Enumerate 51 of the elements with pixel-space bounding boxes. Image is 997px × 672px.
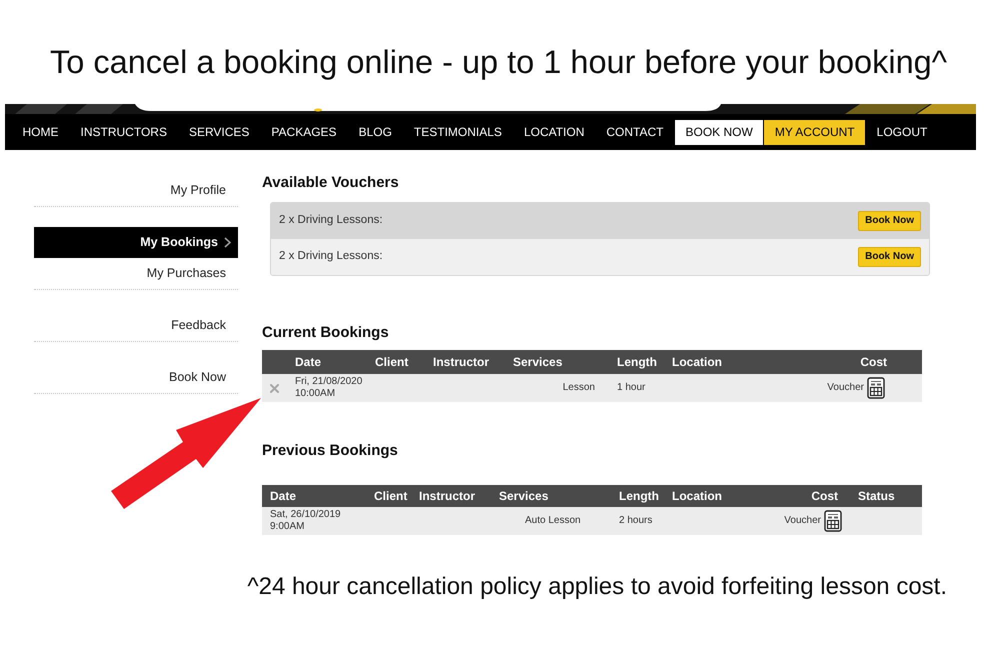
book-now-button[interactable]: Book Now xyxy=(858,247,921,267)
caption-text: To cancel a booking online - up to 1 hour before your booking^ xyxy=(49,43,948,81)
section-heading: Current Bookings xyxy=(262,323,390,343)
footnote-text: ^24 hour cancellation policy applies to avoid forfeiting lesson cost. xyxy=(246,573,948,601)
cost-text: Voucher xyxy=(784,515,821,526)
column-header: Instructor xyxy=(432,354,490,371)
nav-link[interactable]: PACKAGES xyxy=(260,120,348,144)
column-header: Location xyxy=(671,354,723,371)
date-cell-text: Sat, 26/10/2019 9:00AM xyxy=(269,509,342,533)
receipt-icon[interactable] xyxy=(824,510,842,532)
cost-text: Voucher xyxy=(827,382,864,393)
voucher-label: 2 x Driving Lessons: xyxy=(279,249,383,264)
column-header: Date xyxy=(269,488,298,505)
nav-link[interactable]: BLOG xyxy=(348,120,402,144)
sidebar-item[interactable]: My Purchases xyxy=(34,258,238,290)
column-header: Date xyxy=(294,354,322,371)
nav-link[interactable]: INSTRUCTORS xyxy=(70,120,178,144)
book-now-button[interactable]: BOOK NOW xyxy=(675,120,764,144)
services-cell-text: Auto Lesson xyxy=(524,515,582,527)
column-header: Cost xyxy=(859,354,888,371)
nav-link[interactable]: LOGOUT xyxy=(866,120,938,144)
book-now-button[interactable]: Book Now xyxy=(858,211,921,231)
column-header: Services xyxy=(498,488,550,505)
date-cell-text: Fri, 21/08/2020 10:00AM xyxy=(294,376,364,400)
sidebar-item[interactable]: My Profile xyxy=(34,175,238,207)
nav-link[interactable]: LOCATION xyxy=(513,120,595,144)
nav-link[interactable]: SERVICES xyxy=(178,120,260,144)
column-header: Instructor xyxy=(418,488,476,505)
column-header: Location xyxy=(671,488,723,505)
column-header: Services xyxy=(512,354,564,371)
section-heading: Available Vouchers xyxy=(262,173,400,193)
column-header: Status xyxy=(857,488,896,505)
length-cell-text: 1 hour xyxy=(616,382,646,394)
sidebar-item[interactable]: Book Now xyxy=(34,362,238,394)
column-header: Cost xyxy=(810,488,839,505)
nav-link[interactable]: TESTIMONIALS xyxy=(403,120,512,144)
column-header: Client xyxy=(374,354,410,371)
sidebar-item[interactable]: My Bookings xyxy=(34,227,238,258)
sidebar-item[interactable]: Feedback xyxy=(34,310,238,342)
column-header: Length xyxy=(618,488,660,505)
nav-link[interactable]: HOME xyxy=(12,120,69,144)
receipt-icon[interactable] xyxy=(867,377,885,399)
length-cell-text: 2 hours xyxy=(618,515,654,527)
nav-link[interactable]: CONTACT xyxy=(596,120,674,144)
chevron-icon xyxy=(224,237,231,248)
column-header: Client xyxy=(373,488,408,505)
voucher-label: 2 x Driving Lessons: xyxy=(279,213,383,228)
nav-link[interactable]: MY ACCOUNT xyxy=(764,120,866,144)
column-header: Length xyxy=(616,354,658,371)
services-cell-text: Lesson xyxy=(562,382,596,394)
section-heading: Previous Bookings xyxy=(262,441,399,461)
